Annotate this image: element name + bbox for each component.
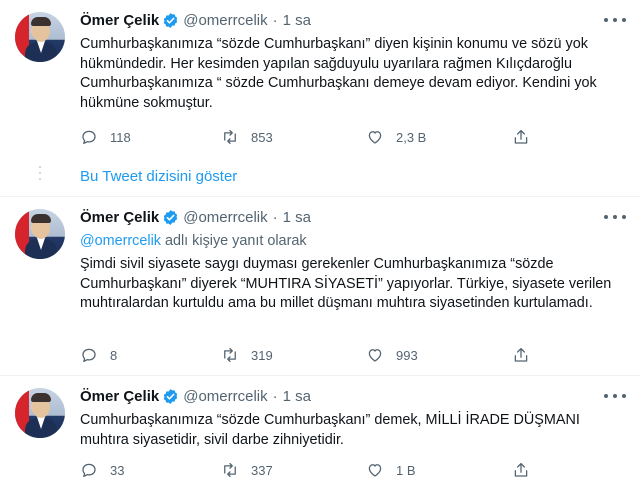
avatar[interactable] — [15, 388, 65, 438]
verified-badge-icon — [163, 388, 178, 404]
reply-button[interactable]: 118 — [80, 126, 131, 148]
author-handle[interactable]: @omerrcelik — [183, 209, 267, 226]
author-name[interactable]: Ömer Çelik — [80, 388, 159, 405]
tweet-3[interactable]: Ömer Çelik @omerrcelik · 1 sa Cumhurbaşk… — [0, 376, 640, 490]
share-button[interactable] — [512, 459, 530, 481]
tweet-text: Cumhurbaşkanımıza “sözde Cumhurbaşkanı” … — [80, 412, 580, 448]
tweet-time[interactable]: 1 sa — [283, 209, 311, 226]
more-icon[interactable] — [604, 11, 626, 29]
avatar-hair — [31, 17, 51, 26]
share-icon — [514, 129, 528, 144]
verified-badge-icon — [163, 12, 178, 28]
retweet-button[interactable]: 319 — [221, 344, 273, 366]
like-icon — [368, 349, 382, 362]
reply-button[interactable]: 8 — [80, 344, 117, 366]
reply-button[interactable]: 33 — [80, 459, 124, 481]
reply-icon — [82, 130, 96, 145]
tweet-header: Ömer Çelik @omerrcelik · 1 sa — [80, 386, 311, 406]
like-count: 2,3 B — [396, 129, 427, 145]
show-thread-link[interactable]: Bu Tweet dizisini göster — [80, 168, 237, 185]
like-button[interactable]: 993 — [366, 344, 418, 366]
share-icon — [514, 462, 528, 477]
separator-dot: · — [272, 387, 278, 405]
tweet-header: Ömer Çelik @omerrcelik · 1 sa — [80, 207, 311, 227]
author-name[interactable]: Ömer Çelik — [80, 12, 159, 29]
reply-count: 118 — [110, 129, 131, 145]
tweet-header: Ömer Çelik @omerrcelik · 1 sa — [80, 10, 311, 30]
verified-badge-icon — [163, 209, 178, 225]
tweet-actions: 8 319 993 — [80, 344, 540, 366]
author-name[interactable]: Ömer Çelik — [80, 209, 159, 226]
reply-context-text: adlı kişiye yanıt olarak — [160, 233, 307, 249]
tweet-2[interactable]: Ömer Çelik @omerrcelik · 1 sa @omerrceli… — [0, 197, 640, 375]
more-icon[interactable] — [604, 387, 626, 405]
share-button[interactable] — [512, 344, 530, 366]
thread-dots — [39, 166, 41, 184]
avatar[interactable] — [15, 209, 65, 259]
like-button[interactable]: 2,3 B — [366, 126, 426, 148]
tweet-text: Cumhurbaşkanımıza “sözde Cumhurbaşkanı” … — [80, 36, 597, 111]
retweet-count: 337 — [251, 462, 273, 478]
like-icon — [368, 131, 382, 144]
separator-dot: · — [272, 11, 278, 29]
retweet-button[interactable]: 853 — [221, 126, 273, 148]
reply-icon — [82, 463, 96, 478]
more-icon[interactable] — [604, 208, 626, 226]
reply-context: @omerrcelik adlı kişiye yanıt olarak — [80, 233, 307, 249]
avatar-hair — [31, 214, 51, 223]
share-icon — [514, 347, 528, 362]
tweet-actions: 118 853 2,3 B — [80, 126, 540, 148]
tweet-time[interactable]: 1 sa — [283, 12, 311, 29]
tweet-time[interactable]: 1 sa — [283, 388, 311, 405]
tweet-text: Şimdi sivil siyasete saygı duyması gerek… — [80, 256, 612, 311]
avatar-hair — [31, 393, 51, 402]
avatar[interactable] — [15, 12, 65, 62]
reply-count: 8 — [110, 347, 118, 363]
retweet-count: 853 — [251, 129, 273, 145]
reply-count: 33 — [110, 462, 125, 478]
like-button[interactable]: 1 B — [366, 459, 416, 481]
retweet-icon — [224, 129, 236, 145]
separator-dot: · — [272, 208, 278, 226]
retweet-icon — [224, 462, 236, 478]
like-icon — [368, 464, 382, 477]
share-button[interactable] — [512, 126, 530, 148]
tweet-1[interactable]: Ömer Çelik @omerrcelik · 1 sa Cumhurbaşk… — [0, 0, 640, 160]
tweet-actions: 33 337 1 B — [80, 459, 540, 481]
author-handle[interactable]: @omerrcelik — [183, 12, 267, 29]
like-count: 993 — [396, 347, 418, 363]
reply-mention-link[interactable]: @omerrcelik — [80, 233, 161, 249]
like-count: 1 B — [396, 462, 416, 478]
author-handle[interactable]: @omerrcelik — [183, 388, 267, 405]
reply-icon — [82, 348, 96, 363]
retweet-button[interactable]: 337 — [221, 459, 273, 481]
retweet-icon — [224, 347, 236, 363]
retweet-count: 319 — [251, 347, 273, 363]
